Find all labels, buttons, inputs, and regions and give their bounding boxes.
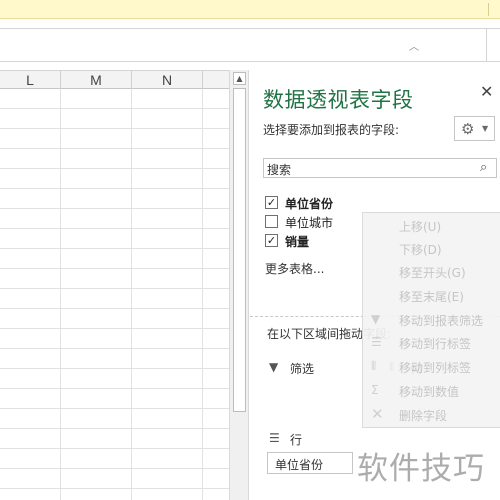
rows-icon: ☰ bbox=[269, 431, 280, 445]
menu-item-move-to-beginning[interactable]: 移至开头(G) bbox=[399, 264, 466, 281]
rows-area-label: 行 bbox=[290, 433, 303, 447]
spreadsheet-grid[interactable]: L M N bbox=[0, 70, 229, 500]
formula-bar-end bbox=[486, 29, 500, 61]
checkbox-checked[interactable]: ✓ bbox=[265, 234, 278, 247]
scroll-up-icon[interactable]: ▲ bbox=[233, 72, 246, 85]
delete-icon: ✕ bbox=[371, 405, 384, 423]
columns-icon: ⦀ bbox=[371, 359, 377, 373]
search-input[interactable]: 搜索 ⌕ bbox=[263, 158, 497, 178]
checkbox-checked[interactable]: ✓ bbox=[265, 196, 278, 209]
watermark: 软件技巧 bbox=[357, 451, 485, 487]
column-header-l[interactable]: L bbox=[0, 71, 60, 89]
notification-bar bbox=[0, 0, 500, 19]
field-label: 单位省份 bbox=[285, 197, 334, 211]
search-icon[interactable]: ⌕ bbox=[480, 160, 487, 175]
menu-item-move-to-rows[interactable]: 移动到行标签 bbox=[399, 335, 471, 352]
menu-item-move-to-filter[interactable]: 移动到报表筛选 bbox=[399, 312, 483, 329]
sum-icon: Σ bbox=[371, 383, 379, 397]
expand-formula-icon[interactable]: ︿ bbox=[409, 38, 419, 53]
column-header-m[interactable]: M bbox=[60, 71, 131, 89]
more-tables-link[interactable]: 更多表格... bbox=[265, 260, 324, 277]
column-header-next[interactable] bbox=[202, 71, 229, 89]
menu-item-move-to-end[interactable]: 移至末尾(E) bbox=[399, 288, 464, 305]
notification-divider bbox=[488, 3, 489, 16]
rows-icon: ☰ bbox=[371, 335, 382, 349]
gear-icon: ⚙ bbox=[461, 120, 475, 138]
scroll-thumb[interactable] bbox=[233, 88, 246, 412]
checkbox-unchecked[interactable] bbox=[265, 215, 278, 228]
filter-icon: ▼ bbox=[371, 312, 381, 326]
menu-item-move-down[interactable]: 下移(D) bbox=[399, 241, 442, 258]
filter-area-label: 筛选 bbox=[290, 362, 315, 376]
chevron-down-icon: ▼ bbox=[482, 124, 489, 133]
menu-item-move-to-values[interactable]: 移动到数值 bbox=[399, 383, 459, 400]
column-header-row: L M N bbox=[0, 71, 229, 89]
filter-icon: ▼ bbox=[269, 360, 279, 374]
menu-item-move-to-columns[interactable]: 移动到列标签 bbox=[399, 359, 471, 376]
column-header-n[interactable]: N bbox=[131, 71, 202, 89]
menu-item-move-up[interactable]: 上移(U) bbox=[399, 218, 441, 235]
pane-title: 数据透视表字段 bbox=[263, 88, 414, 112]
tools-button[interactable]: ⚙ ▼ bbox=[454, 116, 495, 141]
formula-bar[interactable]: ︿ bbox=[0, 28, 500, 62]
row-field-chip[interactable]: 单位省份 bbox=[267, 452, 353, 474]
search-placeholder: 搜索 bbox=[267, 163, 292, 177]
close-icon[interactable]: ✕ bbox=[480, 82, 493, 101]
cell-area[interactable] bbox=[0, 89, 229, 500]
menu-item-remove-field[interactable]: 删除字段 bbox=[399, 407, 447, 424]
vertical-scrollbar[interactable]: ▲ bbox=[229, 70, 249, 500]
field-label: 单位城市 bbox=[285, 216, 334, 230]
field-instruction: 选择要添加到报表的字段: bbox=[263, 123, 400, 137]
field-label: 销量 bbox=[285, 235, 310, 249]
field-context-menu: 上移(U) 下移(D) 移至开头(G) 移至末尾(E) ▼ 移动到报表筛选 ☰ … bbox=[362, 212, 500, 428]
